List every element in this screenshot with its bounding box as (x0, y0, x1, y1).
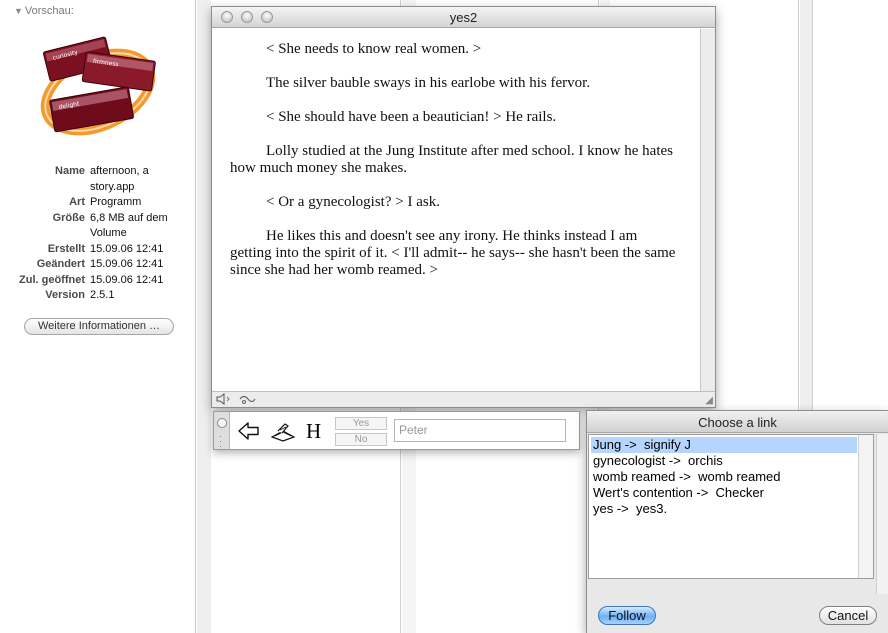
info-key: Geändert (36, 258, 85, 270)
palette-close-icon[interactable] (217, 418, 227, 428)
finder-column-1 (197, 0, 211, 633)
story-paragraph: He likes this and doesn't see any irony.… (230, 228, 676, 278)
info-row-last-opened: Zul. geöffnet 15.09.06 12:41 (6, 273, 192, 289)
reader-input[interactable]: Peter (394, 419, 566, 442)
dialog-title: Choose a link (698, 415, 777, 430)
palette-handle[interactable]: · · · (214, 412, 230, 451)
story-scrollbar[interactable] (700, 29, 715, 391)
info-key: Größe (52, 211, 85, 224)
reader-button[interactable] (269, 421, 297, 443)
info-value: 15.09.06 12:41 (90, 273, 164, 286)
story-paragraph: < Or a gynecologist? > I ask. (266, 194, 440, 210)
story-bottom-bar: ◢ (212, 391, 715, 407)
info-key: Art (69, 196, 85, 208)
story-paragraph: < She should have been a beautician! > H… (266, 109, 557, 125)
resize-grip-icon[interactable]: ◢ (705, 395, 713, 406)
toolbar-palette: · · · H Yes No Peter (213, 411, 580, 451)
speaker-icon[interactable] (216, 393, 234, 408)
story-paragraph: < She needs to know real women. > (266, 41, 482, 57)
dialog-titlebar[interactable]: Choose a link (587, 411, 888, 433)
info-key: Zul. geöffnet (19, 273, 85, 286)
info-value: 15.09.06 12:41 (90, 258, 164, 270)
link-items: Jung -> signify J gynecologist -> orchis… (591, 437, 857, 517)
left-arrow-icon (238, 422, 259, 440)
info-row-version: Version 2.5.1 (6, 288, 192, 304)
info-row-name: Name afternoon, a story.app (6, 164, 192, 195)
link-list-scrollbar[interactable] (858, 435, 873, 578)
info-row-modified: Geändert 15.09.06 12:41 (6, 257, 192, 273)
link-list[interactable]: Jung -> signify J gynecologist -> orchis… (588, 434, 874, 579)
story-window: yes2 < She needs to know real women. > T… (211, 6, 716, 408)
history-button[interactable]: H (306, 419, 321, 443)
back-button[interactable] (237, 419, 261, 443)
more-info-button[interactable]: Weitere Informationen … (24, 318, 174, 335)
window-title: yes2 (449, 10, 478, 25)
cancel-button[interactable]: Cancel (819, 606, 877, 625)
info-key: Version (45, 289, 85, 301)
info-row-created: Erstellt 15.09.06 12:41 (6, 242, 192, 258)
info-row-kind: Art Programm (6, 195, 192, 211)
reading-hand-icon (270, 423, 296, 442)
story-paragraph: The silver bauble sways in his earlobe w… (266, 75, 591, 91)
info-row-size: Größe 6,8 MB auf dem Volume (6, 211, 192, 242)
app-icon: curiosity firmness delight (40, 36, 156, 136)
link-item[interactable]: womb reamed -> womb reamed (591, 469, 857, 485)
info-value: 15.09.06 12:41 (90, 242, 164, 255)
yes-button[interactable]: Yes (335, 417, 387, 430)
story-paragraph: Lolly studied at the Jung Institute afte… (230, 143, 673, 176)
info-value: Programm (90, 196, 142, 208)
info-key: Name (55, 165, 85, 177)
follow-button[interactable]: Follow (598, 606, 656, 625)
speech-icon[interactable] (238, 393, 258, 408)
info-key: Erstellt (47, 242, 85, 255)
link-item-selected[interactable]: Jung -> signify J (591, 437, 857, 453)
link-item[interactable]: yes -> yes3. (591, 501, 857, 517)
icon-card-delight: delight (49, 86, 134, 133)
preview-pane: ▼ Vorschau: curiosity firmness delight Na… (0, 0, 196, 633)
no-button[interactable]: No (335, 433, 387, 446)
preview-header[interactable]: ▼ Vorschau: (14, 5, 74, 17)
info-value: 6,8 MB auf dem Volume (90, 211, 168, 240)
info-table: Name afternoon, a story.app Art Programm… (6, 164, 192, 304)
link-item[interactable]: gynecologist -> orchis (591, 453, 857, 469)
grip-icon[interactable]: · · · (219, 432, 222, 451)
info-value: 2.5.1 (90, 289, 115, 301)
dialog-scrollbar[interactable] (876, 434, 888, 594)
choose-link-dialog: Choose a link Jung -> signify J gynecolo… (586, 410, 888, 633)
story-titlebar[interactable]: yes2 (212, 7, 715, 28)
disclosure-triangle-icon[interactable]: ▼ (14, 6, 23, 16)
info-value: afternoon, a story.app (90, 165, 149, 193)
story-text[interactable]: < She needs to know real women. > The si… (230, 41, 680, 296)
link-item[interactable]: Wert's contention -> Checker (591, 485, 857, 501)
preview-header-label: Vorschau: (24, 5, 74, 17)
